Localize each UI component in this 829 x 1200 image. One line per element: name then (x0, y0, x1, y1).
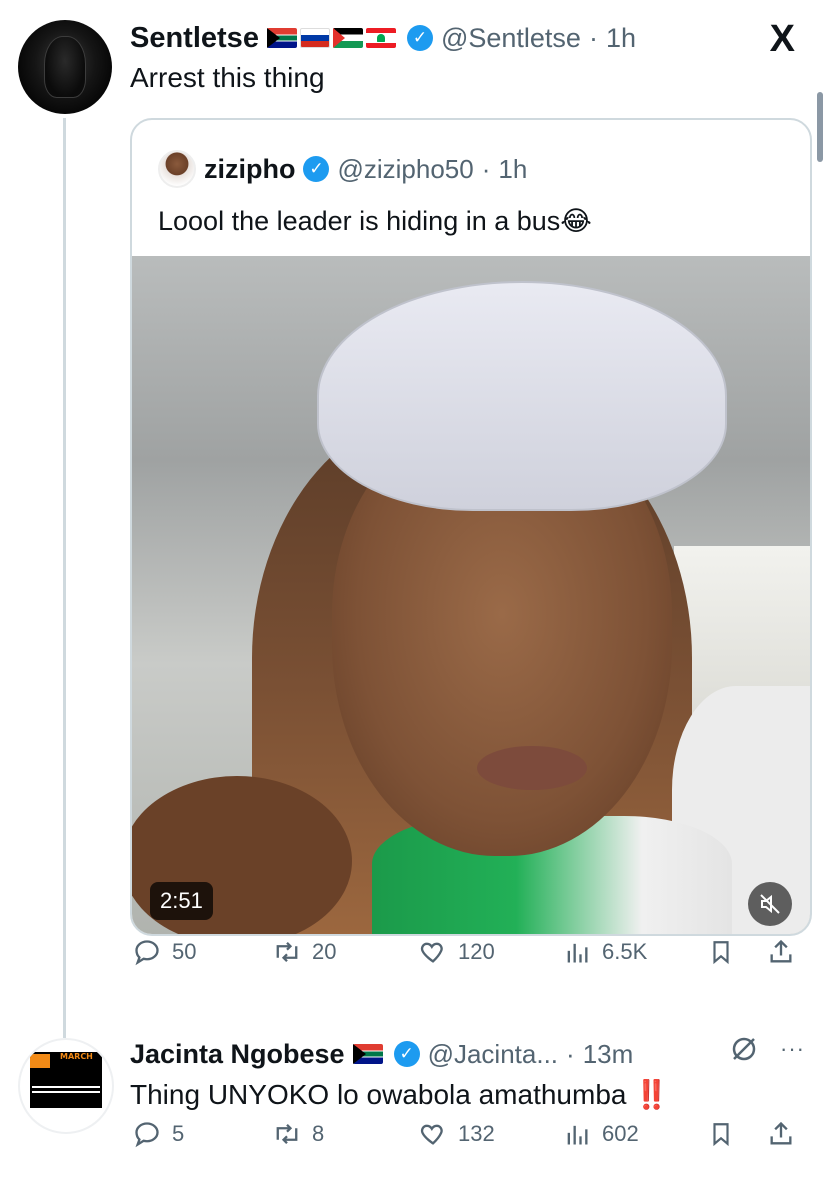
view-count: 602 (602, 1121, 639, 1146)
share-button[interactable] (764, 935, 798, 969)
quoted-post-time: 1h (498, 153, 528, 184)
reply-author-avatar[interactable]: MARCH (18, 1038, 114, 1134)
repost-icon (270, 935, 304, 969)
verified-badge-icon: ✓ (303, 156, 330, 182)
video-frame-mouth (477, 746, 587, 790)
repost-count: 20 (312, 939, 337, 964)
quoted-author-handle: @zizipho50 (337, 153, 474, 184)
post-header: Sentletse ✓ @Sentletse · 1h (130, 20, 636, 56)
bookmark-icon (704, 935, 738, 969)
thread-connector-line (63, 118, 66, 1038)
comment-icon (130, 935, 164, 969)
avatar-orange-block (30, 1054, 50, 1068)
author-handle[interactable]: @Sentletse (441, 23, 581, 54)
video-player[interactable]: 2:51 (132, 256, 810, 934)
double-exclamation-icon: ‼️ (634, 1079, 670, 1110)
separator-dot: · (481, 153, 491, 184)
scrollbar[interactable] (817, 92, 823, 162)
avatar-poster-text: MARCH (60, 1052, 93, 1061)
view-count: 6.5K (602, 939, 648, 964)
more-options-icon[interactable]: ··· (780, 1036, 805, 1062)
comment-icon (130, 1117, 164, 1151)
reply-header: Jacinta Ngobese ✓ @Jacinta... · 13m (130, 1036, 633, 1072)
views-button[interactable]: 6.5K (560, 935, 647, 969)
repost-icon (270, 1117, 304, 1151)
south-africa-flag-icon (266, 28, 297, 48)
post-time[interactable]: 1h (606, 23, 636, 54)
share-icon (764, 1117, 798, 1151)
views-button[interactable]: 602 (560, 1117, 639, 1151)
reply-button[interactable]: 50 (130, 935, 196, 969)
avatar-poster-lines (32, 1086, 100, 1088)
heart-icon (416, 935, 450, 969)
share-button[interactable] (764, 1117, 798, 1151)
like-button[interactable]: 132 (416, 1117, 495, 1151)
muted-speaker-icon (760, 894, 780, 914)
avatar[interactable] (18, 20, 112, 114)
verified-badge-icon: ✓ (406, 25, 433, 51)
quoted-author-name: zizipho (204, 153, 296, 184)
quoted-post-text: Loool the leader is hiding in a bus😂 (158, 206, 592, 236)
bookmark-button[interactable] (704, 1117, 738, 1151)
video-frame-cap (317, 281, 727, 511)
quoted-author-avatar (158, 150, 196, 188)
analytics-icon (560, 1117, 594, 1151)
like-count: 120 (458, 939, 495, 964)
repost-count: 8 (312, 1121, 325, 1146)
lebanon-flag-icon (365, 28, 396, 48)
bookmark-icon (704, 1117, 738, 1151)
share-icon (764, 935, 798, 969)
reply-count: 50 (172, 939, 197, 964)
flag-emojis (266, 28, 399, 48)
reply-author-handle[interactable]: @Jacinta... (428, 1039, 558, 1070)
quoted-post[interactable]: zizipho ✓ @zizipho50 · 1h Loool the lead… (130, 118, 812, 936)
russia-flag-icon (299, 28, 330, 48)
reply-author-name[interactable]: Jacinta Ngobese (130, 1039, 345, 1070)
quoted-post-header: zizipho ✓ @zizipho50 · 1h (158, 150, 527, 188)
separator-dot: · (566, 1038, 575, 1069)
south-africa-flag-icon (352, 1044, 383, 1064)
video-duration: 2:51 (150, 882, 213, 920)
post-text: Arrest this thing (130, 62, 325, 93)
author-name[interactable]: Sentletse (130, 22, 259, 55)
bookmark-button[interactable] (704, 935, 738, 969)
avatar-image (44, 36, 86, 98)
reply-button[interactable]: 5 (130, 1117, 184, 1151)
like-button[interactable]: 120 (416, 935, 495, 969)
reply-text: Thing UNYOKO lo owabola amathumba ‼️ (130, 1078, 669, 1111)
reply-count: 5 (172, 1121, 185, 1146)
x-logo-icon[interactable]: X (770, 18, 795, 61)
repost-button[interactable]: 8 (270, 1117, 324, 1151)
repost-button[interactable]: 20 (270, 935, 336, 969)
verified-badge-icon: ✓ (393, 1041, 420, 1067)
separator-dot: · (588, 22, 598, 53)
mute-toggle-button[interactable] (748, 882, 792, 926)
heart-icon (416, 1117, 450, 1151)
reply-time[interactable]: 13m (583, 1039, 634, 1070)
like-count: 132 (458, 1121, 495, 1146)
palestine-flag-icon (332, 28, 363, 48)
analytics-icon (560, 935, 594, 969)
grok-icon[interactable] (729, 1034, 759, 1072)
reply-text-body: Thing UNYOKO lo owabola amathumba (130, 1079, 627, 1110)
